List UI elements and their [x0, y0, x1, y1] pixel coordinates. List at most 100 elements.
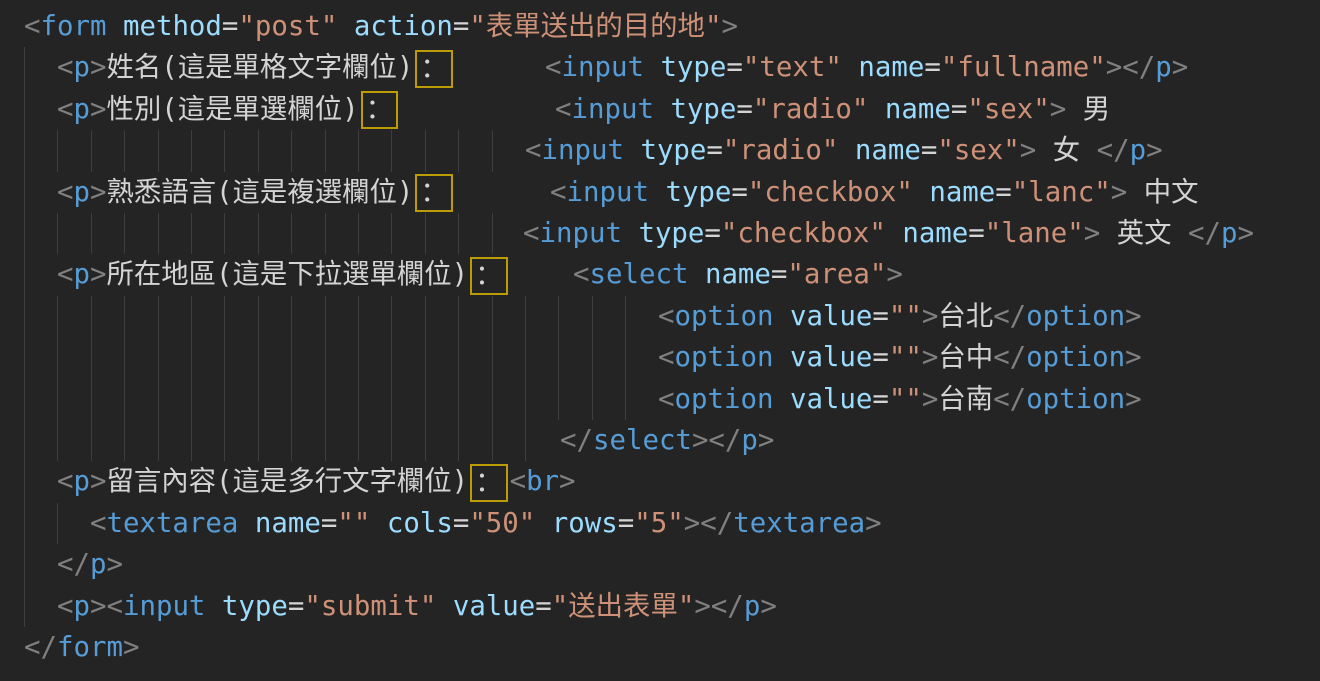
- indent-guide: [57, 337, 58, 378]
- code-token: [773, 301, 790, 332]
- code-line[interactable]: <option value="">台中</option>: [0, 337, 1320, 378]
- code-line[interactable]: <form method="post" action="表單送出的目的地">: [0, 6, 1320, 47]
- code-token: <: [24, 259, 73, 290]
- code-line[interactable]: <p>留言內容(這是多行文字欄位)：<br>: [0, 461, 1320, 502]
- code-token: 所在地區(這是下拉選單欄位): [106, 259, 468, 290]
- code-token: <: [24, 11, 41, 42]
- code-token: >: [1172, 52, 1189, 83]
- code-token: "lanc": [1012, 177, 1111, 208]
- code-token: </: [993, 301, 1026, 332]
- code-token: [205, 591, 222, 622]
- indent-guide: [325, 337, 326, 378]
- code-token: "sex": [937, 135, 1019, 166]
- code-token: >: [886, 259, 903, 290]
- code-token: =: [951, 94, 968, 125]
- indent-guide: [258, 379, 259, 420]
- indent-guide: [425, 296, 426, 337]
- indent-guide: [24, 337, 25, 378]
- code-token: p: [1155, 52, 1172, 83]
- code-line[interactable]: <textarea name="" cols="50" rows="5"></t…: [0, 503, 1320, 544]
- code-token: >: [760, 591, 777, 622]
- code-token: >: [865, 508, 882, 539]
- indent-guide: [57, 296, 58, 337]
- indent-guide: [158, 213, 159, 254]
- code-token: >: [1146, 135, 1163, 166]
- code-token: 留言內容(這是多行文字欄位): [106, 466, 468, 497]
- code-token: <: [658, 301, 675, 332]
- code-token: p: [73, 94, 90, 125]
- code-token: =: [618, 508, 635, 539]
- code-token: cols: [387, 508, 453, 539]
- code-segment: <p>姓名(這是單格文字欄位)：: [24, 47, 455, 88]
- code-line[interactable]: <input type="checkbox" name="lane"> 英文 <…: [0, 213, 1320, 254]
- code-token: [773, 384, 790, 415]
- indent-guide: [158, 420, 159, 461]
- indent-guide: [358, 296, 359, 337]
- code-token: input: [562, 52, 644, 83]
- code-token: "checkbox": [748, 177, 913, 208]
- indent-guide: [91, 379, 92, 420]
- indent-guide: [191, 130, 192, 171]
- code-token: >: [1125, 342, 1142, 373]
- code-token: "50": [469, 508, 535, 539]
- indent-guide: [224, 420, 225, 461]
- code-token: =: [453, 11, 470, 42]
- indent-guide: [592, 296, 593, 337]
- code-token: >: [721, 11, 738, 42]
- code-line[interactable]: <p>姓名(這是單格文字欄位)：<input type="text" name=…: [0, 47, 1320, 88]
- indent-guide: [492, 296, 493, 337]
- code-token: >: [1125, 301, 1142, 332]
- code-token: </: [24, 549, 90, 580]
- indent-guide: [158, 379, 159, 420]
- code-token: 英文: [1100, 218, 1188, 249]
- code-line[interactable]: <p>熟悉語言(這是複選欄位)：<input type="checkbox" n…: [0, 172, 1320, 213]
- code-token: [535, 508, 552, 539]
- code-token: p: [73, 52, 90, 83]
- code-token: =: [921, 135, 938, 166]
- code-line[interactable]: </p>: [0, 544, 1320, 585]
- code-token: =: [726, 52, 743, 83]
- indent-guide: [425, 130, 426, 171]
- indent-guide: [592, 379, 593, 420]
- indent-guide: [57, 420, 58, 461]
- indent-guide: [458, 337, 459, 378]
- unicode-highlight-box: ：: [470, 257, 507, 295]
- code-token: p: [1130, 135, 1147, 166]
- code-token: option: [1026, 342, 1125, 373]
- code-token: >: [1111, 177, 1128, 208]
- code-token: input: [123, 591, 205, 622]
- code-token: "post": [238, 11, 337, 42]
- indent-guide: [325, 379, 326, 420]
- indent-guide: [191, 337, 192, 378]
- code-segment: <input type="radio" name="sex"> 男: [555, 89, 1110, 130]
- code-token: =: [731, 177, 748, 208]
- code-line[interactable]: <input type="radio" name="sex"> 女 </p>: [0, 130, 1320, 171]
- code-line[interactable]: </select></p>: [0, 420, 1320, 461]
- code-token: =: [706, 135, 723, 166]
- code-editor[interactable]: <form method="post" action="表單送出的目的地"> <…: [0, 0, 1320, 681]
- code-line[interactable]: </form>: [0, 627, 1320, 668]
- code-token: <: [658, 342, 675, 373]
- indent-guide: [458, 213, 459, 254]
- code-token: <: [525, 135, 542, 166]
- unicode-highlight-box: ：: [415, 174, 452, 212]
- indent-guide: [425, 213, 426, 254]
- indent-guide: [258, 420, 259, 461]
- code-line[interactable]: <p>性別(這是單選欄位)：<input type="radio" name="…: [0, 89, 1320, 130]
- code-line[interactable]: <option value="">台南</option>: [0, 379, 1320, 420]
- indent-guide: [391, 379, 392, 420]
- code-token: <: [573, 259, 590, 290]
- code-segment: <option value="">台中</option>: [658, 337, 1142, 378]
- indent-guide: [258, 337, 259, 378]
- code-token: >: [1084, 218, 1101, 249]
- code-segment: <p>留言內容(這是多行文字欄位)：<br>: [24, 461, 576, 502]
- code-line[interactable]: <p>所在地區(這是下拉選單欄位)：<select name="area">: [0, 254, 1320, 295]
- indent-guide: [191, 420, 192, 461]
- indent-guide: [91, 337, 92, 378]
- code-line[interactable]: <option value="">台北</option>: [0, 296, 1320, 337]
- code-line[interactable]: <p><input type="submit" value="送出表單"></p…: [0, 586, 1320, 627]
- code-token: rows: [552, 508, 618, 539]
- code-token: [106, 11, 123, 42]
- code-token: >: [90, 466, 107, 497]
- code-token: 熟悉語言(這是複選欄位): [106, 177, 413, 208]
